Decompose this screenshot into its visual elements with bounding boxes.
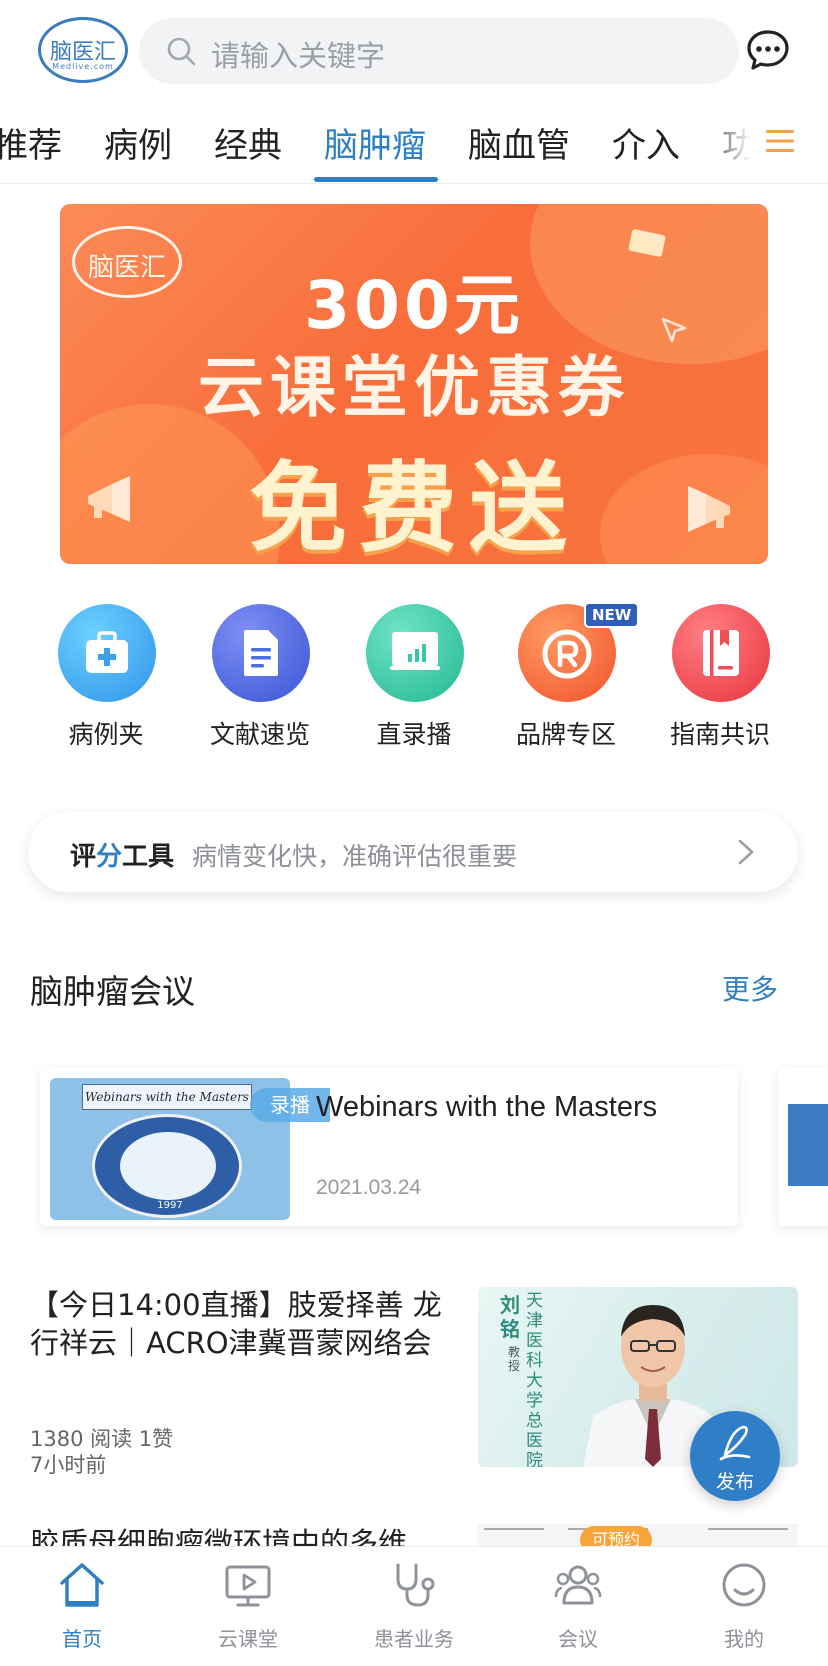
stethoscope-icon <box>396 1563 435 1607</box>
speaker-name: 刘铭 <box>500 1293 520 1341</box>
rating-tool-title-accent: 分 <box>96 842 123 872</box>
bottom-nav: 首页 云课堂 患者业务 会议 我的 <box>0 1546 828 1666</box>
section-more-link[interactable]: 更多 <box>722 968 778 1008</box>
quick-link-case-folder[interactable]: 病例夹 <box>46 604 166 749</box>
rating-tool-subtitle: 病情变化快，准确评估很重要 <box>192 842 518 871</box>
quick-link-label: 品牌专区 <box>515 720 616 749</box>
logo-subtext: Medlive.com <box>52 62 114 71</box>
meeting-card[interactable]: Webinars with the Masters 1997 录播 Webina… <box>40 1068 738 1226</box>
meeting-date: 2021.03.24 <box>316 1176 422 1199</box>
nav-label: 云课堂 <box>218 1627 278 1651</box>
quick-link-brand-zone[interactable]: NEW 品牌专区 <box>506 602 640 749</box>
thumbnail-year: 1997 <box>157 1200 183 1211</box>
menu-icon[interactable] <box>766 128 794 154</box>
speaker-title: 教授 <box>508 1345 521 1373</box>
search-icon <box>167 37 196 66</box>
document-icon <box>244 630 278 676</box>
chevron-right-icon <box>738 839 754 865</box>
banner-headline: 云课堂优惠券 <box>198 349 630 426</box>
article-time: 7小时前 <box>30 1453 107 1477</box>
promo-banner[interactable]: 脑医汇 300元 云课堂优惠券 免费送 <box>60 204 768 564</box>
message-icon[interactable] <box>746 29 790 71</box>
nav-label: 会议 <box>558 1627 598 1651</box>
medical-kit-icon <box>86 631 128 673</box>
tab-cases[interactable]: 病例 <box>104 118 172 167</box>
quick-link-label: 直录播 <box>376 720 452 749</box>
registered-icon <box>542 629 592 679</box>
nav-label: 首页 <box>62 1627 102 1651</box>
meeting-card-next[interactable] <box>778 1068 828 1226</box>
quick-link-literature[interactable]: 文献速览 <box>200 604 320 749</box>
tab-cerebrovascular[interactable]: 脑血管 <box>468 118 570 167</box>
nav-label: 我的 <box>724 1627 764 1651</box>
rating-tool-title-part: 评 <box>70 842 97 872</box>
rating-tool-title-part: 工具 <box>122 842 175 872</box>
pen-sign-icon <box>719 1425 751 1461</box>
megaphone-icon <box>688 486 730 532</box>
thumbnail-decoration <box>120 1132 216 1200</box>
active-tab-indicator <box>314 177 438 182</box>
nav-label: 患者业务 <box>374 1627 454 1651</box>
nav-meetings[interactable]: 会议 <box>518 1561 638 1661</box>
tab-brain-tumor[interactable]: 脑肿瘤 <box>324 118 426 167</box>
nav-patient-business[interactable]: 患者业务 <box>354 1561 474 1661</box>
tab-intervention[interactable]: 介入 <box>612 118 680 167</box>
video-screen-icon <box>225 1565 271 1607</box>
banner-free: 免费送 <box>248 452 579 564</box>
presentation-icon <box>390 632 440 670</box>
people-icon <box>554 1565 602 1605</box>
tab-recommend[interactable]: 推荐 <box>0 118 62 167</box>
new-badge: NEW <box>584 602 640 628</box>
meeting-title: Webinars with the Masters <box>316 1091 658 1123</box>
rating-tool-bar[interactable]: 评分工具 病情变化快，准确评估很重要 <box>28 812 798 892</box>
quick-link-live-recorded[interactable]: 直录播 <box>354 604 474 749</box>
publish-button[interactable]: 发布 <box>690 1411 780 1501</box>
quick-link-label: 指南共识 <box>669 720 770 749</box>
meeting-thumbnail <box>788 1104 828 1186</box>
home-icon <box>60 1563 104 1607</box>
app-logo[interactable]: 脑医汇 Medlive.com <box>38 17 128 83</box>
publish-label: 发布 <box>715 1471 754 1493</box>
article-title[interactable]: 【今日14:00直播】肢爱择善 龙行祥云｜ACRO津冀晋蒙网络会 <box>30 1286 458 1362</box>
search-bar[interactable]: 请输入关键字 <box>139 18 739 84</box>
search-placeholder: 请输入关键字 <box>211 39 386 73</box>
quick-link-label: 病例夹 <box>68 720 144 749</box>
cursor-icon <box>661 317 687 343</box>
speaker-hospital: 天津医科大学总医院 <box>526 1291 543 1467</box>
top-header: 脑医汇 Medlive.com 请输入关键字 <box>0 0 828 95</box>
quick-link-label: 文献速览 <box>209 720 310 749</box>
quick-link-guidelines[interactable]: 指南共识 <box>660 604 780 749</box>
nav-cloud-class[interactable]: 云课堂 <box>188 1561 308 1661</box>
section-title: 脑肿瘤会议 <box>30 972 195 1011</box>
category-tabs: 推荐 病例 经典 脑肿瘤 脑血管 介入 功 <box>0 100 828 184</box>
nav-home[interactable]: 首页 <box>22 1561 142 1661</box>
book-icon <box>703 630 739 676</box>
thumbnail-title: Webinars with the Masters <box>82 1084 252 1110</box>
rating-tool-title: 评分工具 <box>70 836 174 873</box>
megaphone-icon <box>88 476 130 522</box>
tab-classic[interactable]: 经典 <box>214 118 282 167</box>
tabs-fade <box>700 100 828 182</box>
profile-smile-icon <box>722 1563 766 1607</box>
nav-profile[interactable]: 我的 <box>684 1561 804 1661</box>
